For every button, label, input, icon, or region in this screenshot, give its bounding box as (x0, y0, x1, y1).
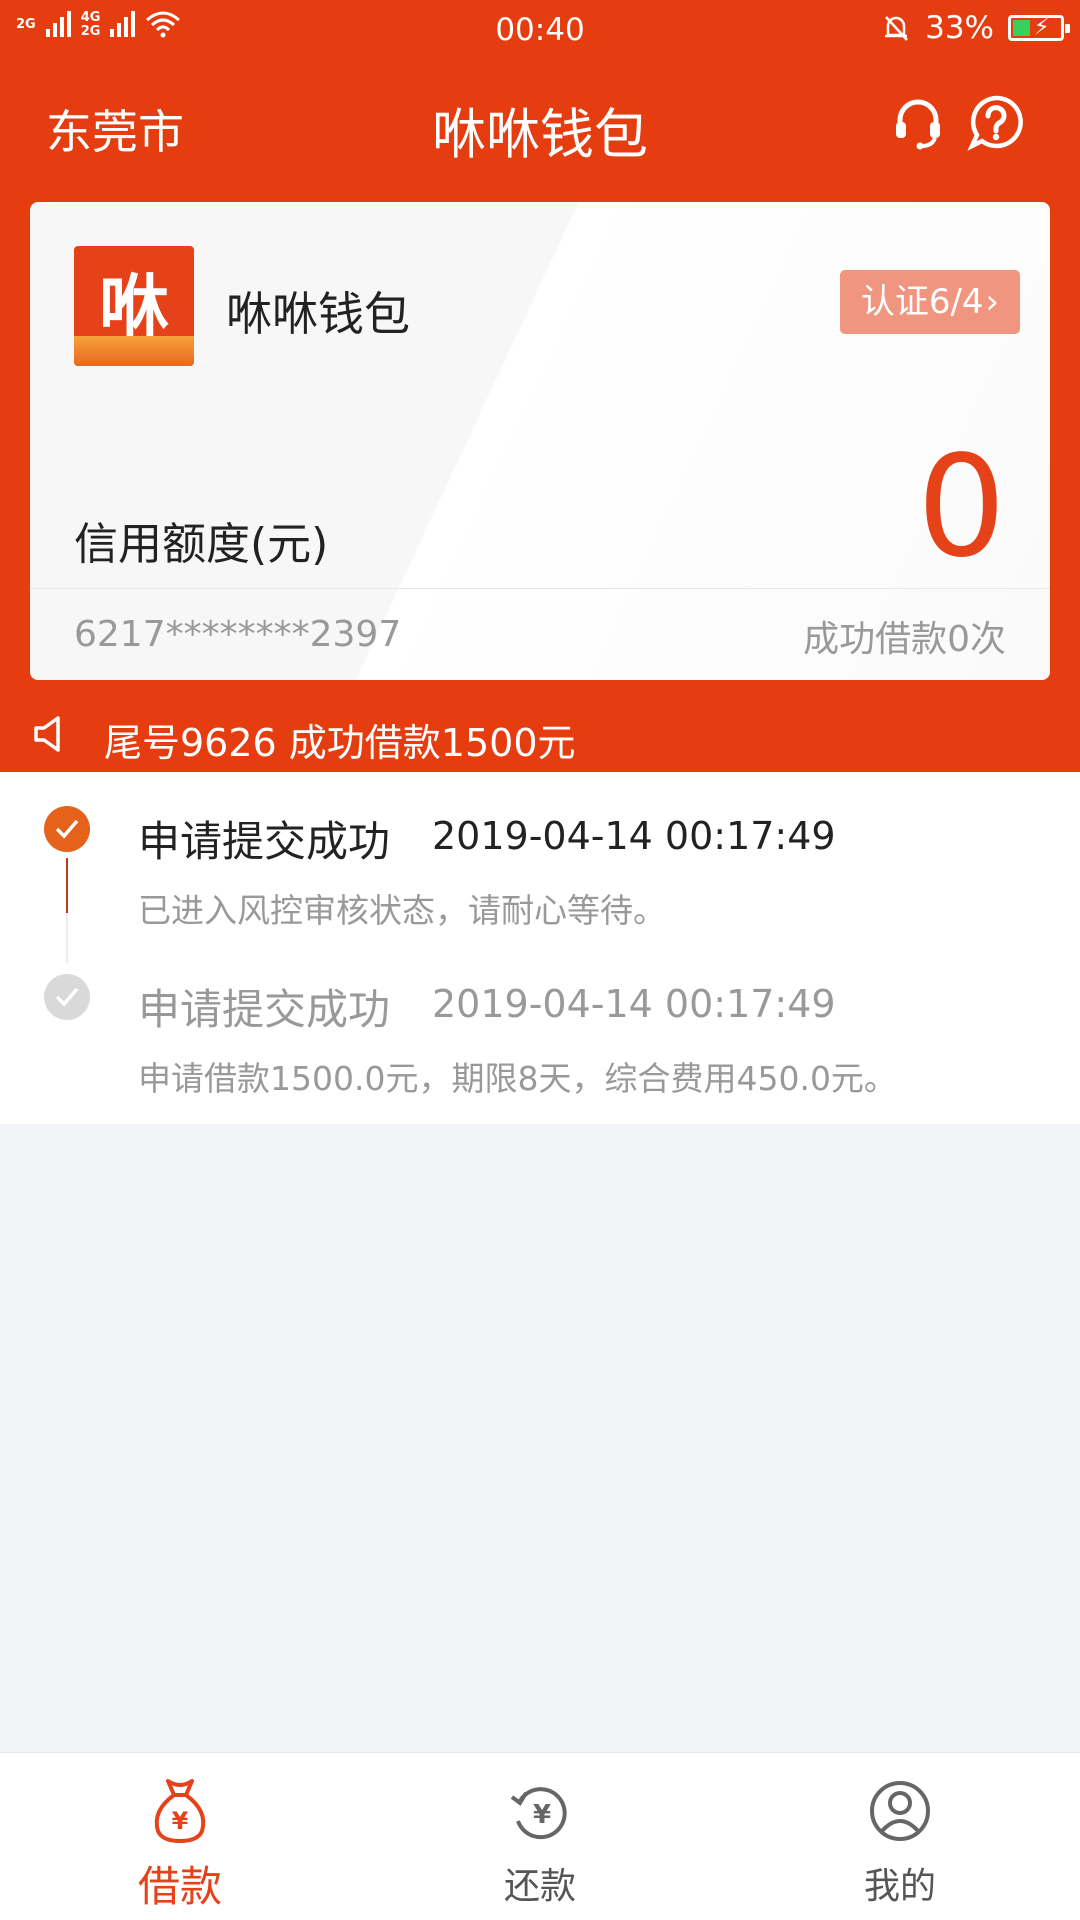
nav-bar: 东莞市 咻咻钱包 (0, 60, 1080, 185)
help-icon[interactable] (966, 92, 1026, 152)
bank-card-number: 6217********2397 (74, 614, 402, 655)
app-logo: 咻 (74, 246, 194, 366)
check-circle-icon (44, 974, 90, 1020)
timeline-connector (66, 858, 68, 913)
battery-icon: ⚡ (1008, 15, 1070, 41)
bottom-tab-bar: ¥ 借款 ¥ 还款 我的 (0, 1752, 1080, 1920)
chevron-right-icon: › (985, 282, 1000, 322)
tab-mine[interactable]: 我的 (720, 1753, 1080, 1920)
bell-muted-icon (885, 16, 909, 41)
timeline-desc: 申请借款1500.0元，期限8天，综合费用450.0元。 (138, 1059, 897, 1098)
timeline-connector (66, 913, 68, 963)
user-icon (870, 1781, 930, 1841)
repay-cycle-icon: ¥ (510, 1787, 567, 1840)
card-app-name: 咻咻钱包 (226, 287, 410, 341)
certification-label: 认证6/4 (860, 282, 984, 322)
speaker-icon (34, 716, 60, 752)
tab-label: 借款 (137, 1862, 222, 1911)
headset-icon[interactable] (888, 92, 948, 152)
tab-borrow[interactable]: ¥ 借款 (0, 1753, 360, 1920)
svg-text:¥: ¥ (533, 1800, 551, 1830)
coins-icon (74, 336, 194, 366)
status-right: 33% ⚡ (881, 10, 1070, 46)
notice-bar: 尾号9626 成功借款1500元 (0, 700, 1080, 772)
tab-repay[interactable]: ¥ 还款 (360, 1753, 720, 1920)
status-bar: 2G 4G 2G 00:40 33% ⚡ (0, 0, 1080, 60)
svg-text:¥: ¥ (172, 1807, 189, 1835)
timeline-date: 2019-04-14 00:17:49 (432, 982, 836, 1026)
credit-card: 咻 咻咻钱包 认证6/4› 信用额度(元) 0 6217********2397… (30, 202, 1050, 680)
application-timeline: 申请提交成功 2019-04-14 00:17:49 已进入风控审核状态，请耐心… (0, 772, 1080, 1124)
check-circle-icon (44, 806, 90, 852)
timeline-title: 申请提交成功 (138, 817, 391, 866)
timeline-title: 申请提交成功 (138, 985, 391, 1034)
timeline-date: 2019-04-14 00:17:49 (432, 814, 836, 858)
certification-button[interactable]: 认证6/4› (840, 270, 1020, 334)
credit-limit-label: 信用额度(元) (74, 519, 329, 570)
tab-label: 我的 (863, 1866, 936, 1907)
timeline-desc: 已进入风控审核状态，请耐心等待。 (138, 891, 666, 930)
notice-text: 尾号9626 成功借款1500元 (104, 721, 576, 765)
money-bag-icon: ¥ (154, 1779, 206, 1844)
battery-percent: 33% (925, 10, 994, 46)
credit-limit-value: 0 (916, 426, 1006, 589)
tab-label: 还款 (503, 1866, 576, 1907)
success-loan-count: 成功借款0次 (803, 619, 1006, 660)
card-divider (30, 588, 1050, 589)
